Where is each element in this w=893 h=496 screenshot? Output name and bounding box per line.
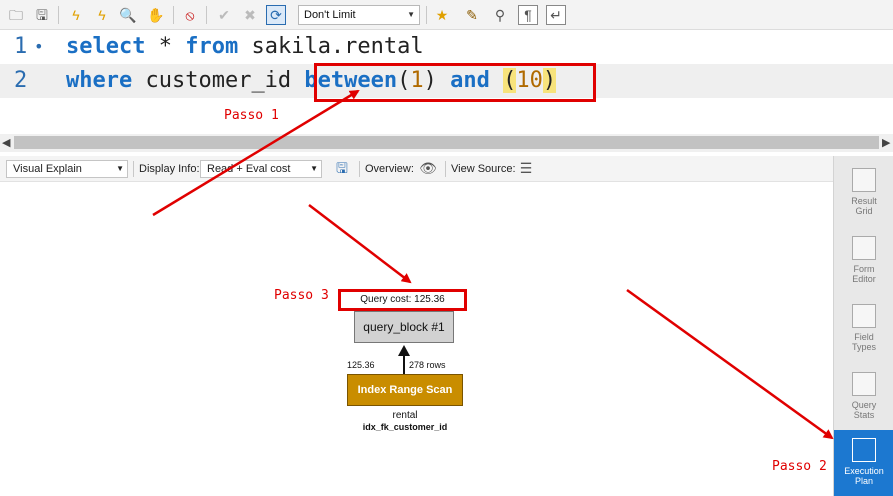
execution-plan-button[interactable]: Execution Plan (834, 430, 893, 496)
keyword-from: from (185, 34, 239, 59)
editor-line-1[interactable]: 1 • select * from sakila.rental (0, 30, 893, 64)
edge-rows-label: 278 rows (409, 360, 446, 370)
execute-icon[interactable]: ϟ (66, 5, 86, 25)
explain-toolbar: Visual Explain ▼ Display Info: Read + Ev… (0, 156, 833, 182)
explain-icon[interactable]: 🔍 (118, 5, 138, 25)
index-range-scan-node[interactable]: Index Range Scan (347, 374, 463, 406)
form-icon (852, 236, 876, 260)
query-stats-button[interactable]: Query Stats (834, 364, 893, 432)
side-label: Stats (853, 410, 875, 420)
query-block-node[interactable]: query_block #1 (354, 311, 454, 343)
invisible-chars-icon[interactable]: ¶ (518, 5, 538, 25)
annotation-passo-1: Passo 1 (224, 108, 279, 123)
beautify-icon[interactable]: ✎ (462, 5, 482, 25)
display-info-value: Read + Eval cost (207, 163, 291, 175)
annotation-passo-2: Passo 2 (772, 459, 827, 474)
execute-current-icon[interactable]: ϟ (92, 5, 112, 25)
side-label: Result (851, 196, 877, 206)
result-side-panel: Result Grid Form Editor Field Types Quer… (833, 156, 893, 496)
rollback-icon[interactable]: ✖ (240, 5, 260, 25)
open-folder-icon[interactable]: 🗀 (6, 5, 26, 25)
statement-marker-icon: • (34, 37, 44, 56)
code-text: customer_id (132, 68, 305, 93)
view-mode-select[interactable]: Visual Explain ▼ (6, 160, 128, 178)
display-info-select[interactable]: Read + Eval cost ▼ (200, 160, 322, 178)
overview-eye-icon[interactable]: 👁 (418, 158, 438, 178)
commit-icon[interactable]: ✔ (214, 5, 234, 25)
query-cost-box: Query cost: 125.36 (338, 289, 467, 311)
scroll-right-icon[interactable]: ▶ (882, 136, 890, 149)
chevron-down-icon: ▼ (407, 10, 415, 19)
execution-plan-icon (852, 438, 876, 462)
sql-editor-window: 🗀 🖫 ϟ ϟ 🔍 ✋ ⦸ ✔ ✖ ⟳ Don't Limit ▼ ★ ✎ ⚲ … (0, 0, 893, 496)
grid-icon (852, 168, 876, 192)
main-toolbar: 🗀 🖫 ϟ ϟ 🔍 ✋ ⦸ ✔ ✖ ⟳ Don't Limit ▼ ★ ✎ ⚲ … (0, 0, 893, 30)
side-label: Execution (844, 466, 884, 476)
view-source-icon[interactable]: ☰ (516, 158, 536, 178)
scrollbar-thumb[interactable] (14, 136, 879, 149)
chevron-down-icon: ▼ (116, 164, 124, 173)
annotation-passo-3: Passo 3 (274, 288, 329, 303)
form-editor-button[interactable]: Form Editor (834, 228, 893, 296)
side-label: Types (851, 342, 876, 352)
autocommit-icon[interactable]: ⟳ (266, 5, 286, 25)
edge-cost-label: 125.36 (347, 360, 375, 370)
side-label: Form (853, 264, 875, 274)
limit-rows-select[interactable]: Don't Limit ▼ (298, 5, 420, 25)
view-mode-value: Visual Explain (13, 163, 82, 175)
side-label: Grid (855, 206, 873, 216)
bookmark-star-icon[interactable]: ★ (432, 5, 452, 25)
field-types-button[interactable]: Field Types (834, 296, 893, 364)
view-source-label: View Source: (451, 163, 516, 175)
chevron-down-icon: ▼ (310, 164, 318, 173)
side-label: Field (854, 332, 874, 342)
editor-horizontal-scrollbar[interactable]: ◀ ▶ (0, 134, 893, 152)
query-stats-icon (852, 372, 876, 396)
wrap-icon[interactable]: ↵ (546, 5, 566, 25)
find-icon[interactable]: ⚲ (490, 5, 510, 25)
result-grid-button[interactable]: Result Grid (834, 160, 893, 228)
overview-label: Overview: (365, 163, 414, 175)
code-text: * (145, 34, 186, 59)
toggle-continue-icon[interactable]: ⦸ (180, 5, 200, 25)
side-label: Plan (854, 476, 873, 486)
scroll-left-icon[interactable]: ◀ (2, 136, 10, 149)
save-explain-icon[interactable]: 🖫 (332, 158, 352, 178)
keyword-where: where (66, 68, 133, 93)
table-name-label: rental (392, 410, 418, 421)
side-label: Query (851, 400, 877, 410)
field-types-icon (852, 304, 876, 328)
plan-edge (403, 354, 405, 375)
side-label: Editor (852, 274, 876, 284)
limit-rows-value: Don't Limit (304, 9, 356, 21)
code-text: sakila.rental (238, 34, 424, 59)
keyword-select: select (66, 34, 146, 59)
stop-icon[interactable]: ✋ (146, 5, 166, 25)
save-icon[interactable]: 🖫 (32, 5, 52, 25)
index-key-label: idx_fk_customer_id (362, 422, 448, 432)
line-number: 2 (14, 68, 28, 93)
code-line-1: select * from sakila.rental (66, 30, 424, 64)
display-info-label: Display Info: (139, 163, 200, 175)
annotation-box-where (314, 63, 596, 102)
